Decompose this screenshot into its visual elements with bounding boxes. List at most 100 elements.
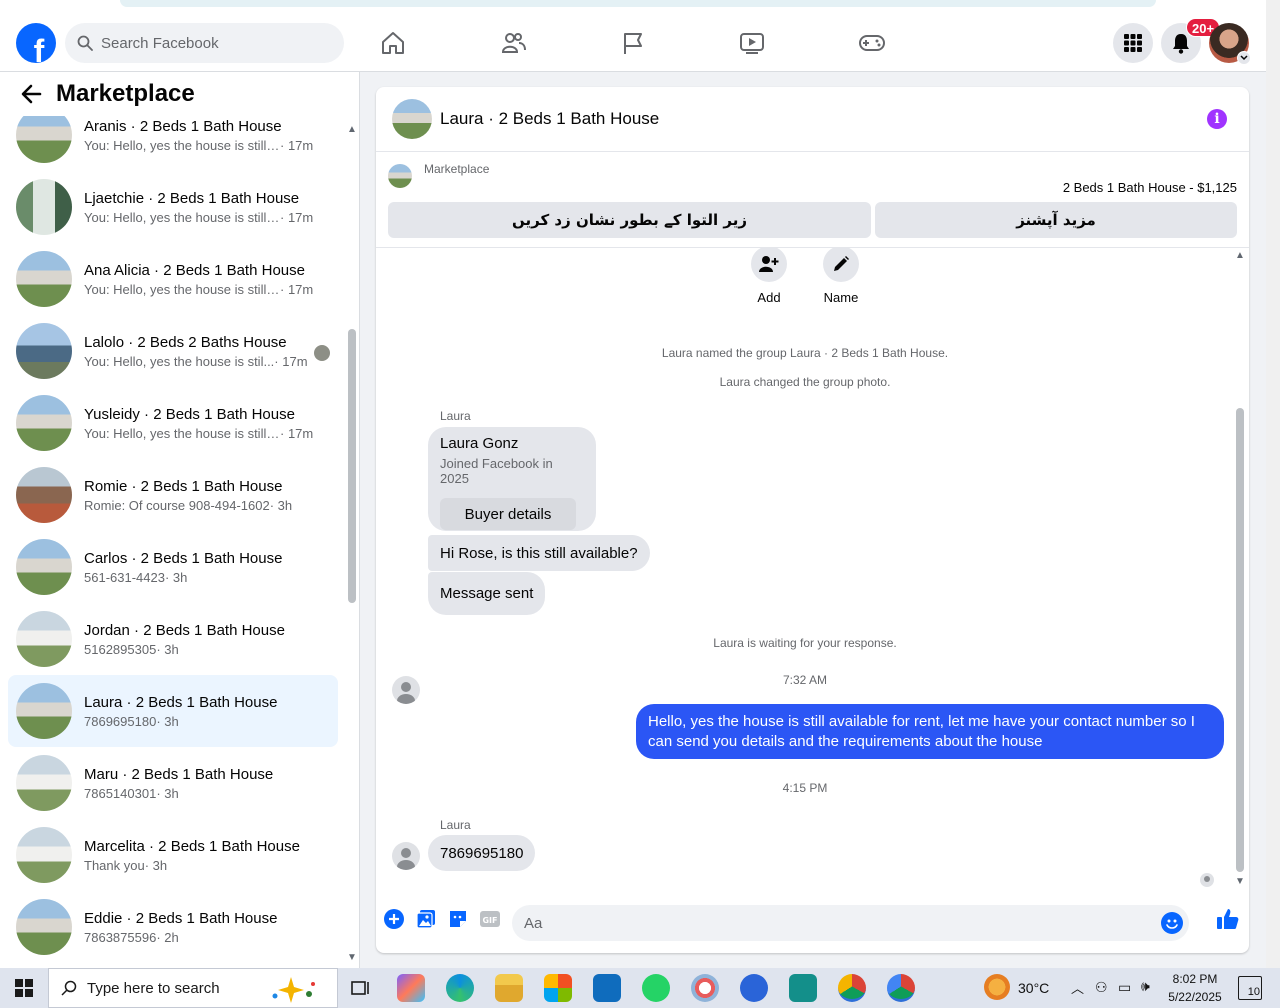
gaming-icon[interactable] [857, 28, 887, 58]
conversation-item[interactable]: Jordan · 2 Beds 1 Bath House 5162895305· … [8, 603, 338, 675]
group-photo[interactable] [392, 99, 432, 139]
taskbar-search-input[interactable] [87, 979, 257, 997]
conversation-preview: 7865140301 [84, 785, 157, 801]
outgoing-message[interactable]: Hello, yes the house is still available … [636, 704, 1224, 759]
weather-icon[interactable] [984, 974, 1010, 1000]
menu-grid-icon[interactable] [1113, 23, 1153, 63]
scroll-up-arrow-icon[interactable]: ▲ [347, 124, 357, 135]
conversation-text: Ana Alicia · 2 Beds 1 Bath House You: Hel… [84, 262, 324, 297]
incoming-message[interactable]: Hi Rose, is this still available? [428, 535, 650, 571]
page-title: Marketplace [56, 80, 195, 107]
scroll-up-arrow-icon[interactable]: ▲ [1235, 250, 1245, 261]
conversation-item[interactable]: Marcelita · 2 Beds 1 Bath House Thank you… [8, 819, 338, 891]
buyer-name[interactable]: Laura Gonz [440, 435, 584, 452]
sender-avatar[interactable] [392, 842, 420, 870]
snipping-tool-icon[interactable] [691, 974, 719, 1002]
profile-avatar[interactable] [1209, 23, 1251, 65]
taskbar-clock[interactable]: 8:02 PM 5/22/2025 [1164, 970, 1226, 1006]
mark-pending-button[interactable]: زیر التوا کے بطور نشان زد کریں [388, 202, 871, 238]
voice-app-icon[interactable] [789, 974, 817, 1002]
waiting-notice: Laura is waiting for your response. [713, 636, 897, 650]
page-scrollbar[interactable] [1266, 0, 1280, 968]
weather-temperature[interactable]: 30°C [1018, 980, 1049, 996]
scroll-down-arrow-icon[interactable]: ▼ [347, 952, 357, 963]
search-icon [61, 980, 77, 996]
listing-title-price[interactable]: 2 Beds 1 Bath House - $1,125 [1063, 180, 1237, 195]
chrome-browser-icon[interactable] [838, 974, 866, 1002]
edge-browser-icon[interactable] [446, 974, 474, 1002]
conversation-item[interactable]: Carlos · 2 Beds 1 Bath House 561-631-4423… [8, 531, 338, 603]
chat-header: Laura · 2 Beds 1 Bath House i [376, 87, 1249, 152]
conversation-item[interactable]: Romie · 2 Beds 1 Bath House Romie: Of cou… [8, 459, 338, 531]
conversation-preview: 7863875596 [84, 929, 157, 945]
conversation-item[interactable]: Laura · 2 Beds 1 Bath House 7869695180· 3… [8, 675, 338, 747]
sticker-icon[interactable] [448, 909, 468, 929]
conversation-item[interactable]: Lalolo · 2 Beds 2 Baths House You: Hello,… [8, 315, 338, 387]
incoming-message[interactable]: Message sent [428, 572, 546, 615]
conversation-text: Romie · 2 Beds 1 Bath House Romie: Of cou… [84, 478, 324, 513]
plus-circle-icon[interactable] [384, 909, 404, 929]
gif-icon[interactable]: GIF [480, 909, 500, 929]
notification-center-icon[interactable]: 10 [1238, 976, 1262, 1000]
chrome-profile-icon[interactable] [887, 974, 915, 1002]
network-icon[interactable]: ▭ [1118, 979, 1131, 996]
conversation-title: Ljaetchie · 2 Beds 1 Bath House [84, 189, 300, 207]
friends-icon[interactable] [498, 28, 528, 58]
scroll-down-arrow-icon[interactable]: ▼ [1235, 876, 1245, 887]
copilot-app-icon[interactable] [397, 974, 425, 1002]
microsoft-store-icon[interactable] [544, 974, 572, 1002]
conversation-preview: 5162895305 [84, 641, 157, 657]
more-options-button[interactable]: مزید آپشنز [875, 202, 1237, 238]
task-view-icon[interactable] [347, 974, 375, 1002]
back-arrow-icon[interactable] [20, 83, 42, 105]
facebook-logo-icon[interactable]: f [16, 23, 56, 63]
conversation-text: Jordan · 2 Beds 1 Bath House 5162895305· … [84, 622, 324, 657]
canva-app-icon[interactable] [740, 974, 768, 1002]
emoji-icon[interactable] [1161, 912, 1183, 934]
taskbar-search[interactable] [48, 968, 338, 1008]
photo-icon[interactable] [416, 909, 436, 929]
conversation-item[interactable]: Ana Alicia · 2 Beds 1 Bath House You: Hel… [8, 243, 338, 315]
windows-start-icon[interactable] [0, 968, 48, 1008]
search-input[interactable] [101, 34, 321, 52]
conversation-item[interactable]: Yusleidy · 2 Beds 1 Bath House You: Hello… [8, 387, 338, 459]
conversation-text: Marcelita · 2 Beds 1 Bath House Thank you… [84, 838, 324, 873]
system-message: Laura changed the group photo. [719, 375, 891, 389]
add-people-button[interactable]: Add [739, 248, 799, 305]
sidebar-scrollbar-thumb[interactable] [348, 329, 356, 603]
name-group-button[interactable]: Name [811, 248, 871, 305]
conversation-preview: You: Hello, yes the house is stil... [84, 353, 275, 369]
info-icon[interactable]: i [1207, 109, 1227, 129]
incoming-message[interactable]: 7869695180 [428, 835, 536, 871]
message-input[interactable] [524, 914, 1144, 932]
message-input-box[interactable] [512, 905, 1189, 941]
conversation-preview: Romie: Of course 908-494-1602 [84, 497, 270, 513]
conversation-time: · 3h [164, 569, 188, 585]
conversation-preview: 7869695180 [84, 713, 157, 729]
home-icon[interactable] [378, 28, 408, 58]
conversation-item[interactable]: Ljaetchie · 2 Beds 1 Bath House You: Hell… [8, 171, 338, 243]
volume-icon[interactable]: 🕪 [1141, 978, 1150, 995]
conversation-title: Carlos · 2 Beds 1 Bath House [84, 549, 283, 567]
conversation-title: Jordan · 2 Beds 1 Bath House [84, 621, 285, 639]
whatsapp-icon[interactable] [642, 974, 670, 1002]
chat-title[interactable]: Laura · 2 Beds 1 Bath House [440, 109, 659, 129]
thumbs-up-icon[interactable] [1216, 907, 1240, 931]
tray-expand-chevron-icon[interactable]: ︿ [1071, 978, 1084, 997]
conversation-preview-line: 561-631-4423· 3h [84, 570, 324, 585]
conversation-preview-line: 7869695180· 3h [84, 714, 324, 729]
search-box[interactable] [65, 23, 344, 63]
sidebar-scrollbar[interactable]: ▲ ▼ [346, 122, 357, 968]
conversation-item[interactable]: Eddie · 2 Beds 1 Bath House 7863875596· 2… [8, 891, 338, 963]
listing-thumbnail[interactable] [388, 164, 412, 188]
pages-flag-icon[interactable] [618, 28, 648, 58]
buyer-details-button[interactable]: Buyer details [440, 498, 576, 530]
windows-taskbar: 30°C ︿ ⚇ ▭ 🕪 8:02 PM 5/22/2025 10 [0, 968, 1280, 1008]
file-explorer-icon[interactable] [495, 974, 523, 1002]
conversation-item[interactable]: Maru · 2 Beds 1 Bath House 7865140301· 3h [8, 747, 338, 819]
video-icon[interactable] [737, 28, 767, 58]
outlook-icon[interactable] [593, 974, 621, 1002]
chat-scrollbar[interactable]: ▲ ▼ [1234, 248, 1246, 888]
people-icon[interactable]: ⚇ [1095, 979, 1108, 996]
chat-scrollbar-thumb[interactable] [1236, 408, 1244, 872]
